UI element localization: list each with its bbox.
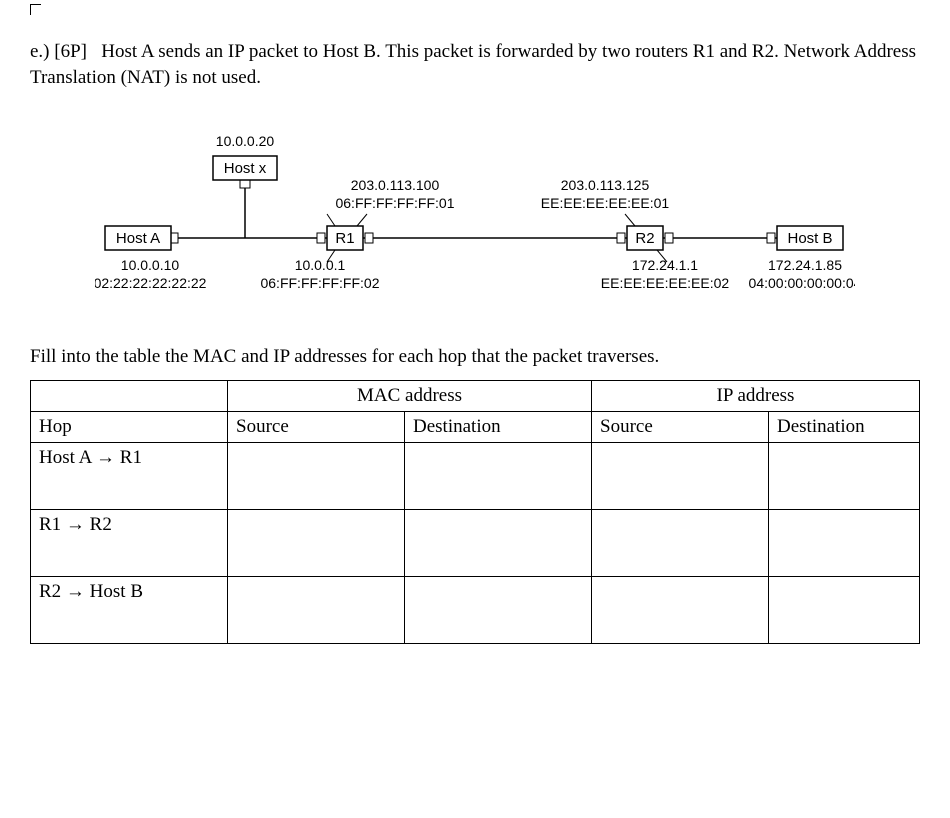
r1-right-ip: 203.0.113.100 — [351, 177, 440, 193]
cell-mac-src[interactable] — [228, 576, 405, 643]
host-x-ip: 10.0.0.20 — [216, 133, 275, 149]
network-diagram: Host A R1 R2 Host B Host x 10.0.0.20 10.… — [95, 118, 855, 324]
r2-left-mac: EE:EE:EE:EE:EE:01 — [541, 195, 670, 211]
r1-left-mac: 06:FF:FF:FF:FF:02 — [260, 275, 379, 291]
header-mac: MAC address — [228, 380, 592, 411]
r1-left-ip: 10.0.0.1 — [295, 257, 346, 273]
cell-ip-dst[interactable] — [769, 442, 920, 509]
col-ip-dst: Destination — [769, 411, 920, 442]
table-row: R2 → Host B — [31, 576, 920, 643]
header-ip: IP address — [592, 380, 920, 411]
host-b-ip: 172.24.1.85 — [768, 257, 842, 273]
table-row: R1 → R2 — [31, 509, 920, 576]
cell-ip-src[interactable] — [592, 442, 769, 509]
host-a-mac: 02:22:22:22:22:22 — [95, 275, 207, 291]
cell-ip-src[interactable] — [592, 509, 769, 576]
table-row: Host A → R1 — [31, 442, 920, 509]
cell-hop: R2 → Host B — [31, 576, 228, 643]
r2-right-mac: EE:EE:EE:EE:EE:02 — [601, 275, 730, 291]
question-text: e.) [6P] Host A sends an IP packet to Ho… — [30, 39, 920, 90]
r2-left-ip: 203.0.113.125 — [561, 177, 650, 193]
r1-label: R1 — [335, 230, 354, 247]
cell-mac-dst[interactable] — [405, 576, 592, 643]
question-label: e.) — [30, 41, 50, 62]
host-a-label: Host A — [116, 230, 160, 247]
question-instruction: Fill into the table the MAC and IP addre… — [30, 344, 920, 370]
question-body-1: Host A sends an IP packet to Host B. Thi… — [30, 41, 916, 88]
host-x-label: Host x — [224, 160, 267, 177]
cell-ip-src[interactable] — [592, 576, 769, 643]
cell-mac-dst[interactable] — [405, 509, 592, 576]
host-b-mac: 04:00:00:00:00:04 — [749, 275, 855, 291]
cell-hop: R1 → R2 — [31, 509, 228, 576]
answer-table: MAC address IP address Hop Source Destin… — [30, 380, 920, 644]
cell-hop: Host A → R1 — [31, 442, 228, 509]
cell-mac-dst[interactable] — [405, 442, 592, 509]
question-points: [6P] — [54, 41, 87, 62]
cell-mac-src[interactable] — [228, 442, 405, 509]
r1-right-mac: 06:FF:FF:FF:FF:01 — [335, 195, 454, 211]
col-mac-src: Source — [228, 411, 405, 442]
host-a-ip: 10.0.0.10 — [121, 257, 180, 273]
r2-right-ip: 172.24.1.1 — [632, 257, 698, 273]
cell-ip-dst[interactable] — [769, 576, 920, 643]
col-ip-src: Source — [592, 411, 769, 442]
col-mac-dst: Destination — [405, 411, 592, 442]
r2-label: R2 — [635, 230, 654, 247]
cell-ip-dst[interactable] — [769, 509, 920, 576]
col-hop: Hop — [31, 411, 228, 442]
cell-mac-src[interactable] — [228, 509, 405, 576]
host-b-label: Host B — [787, 230, 832, 247]
